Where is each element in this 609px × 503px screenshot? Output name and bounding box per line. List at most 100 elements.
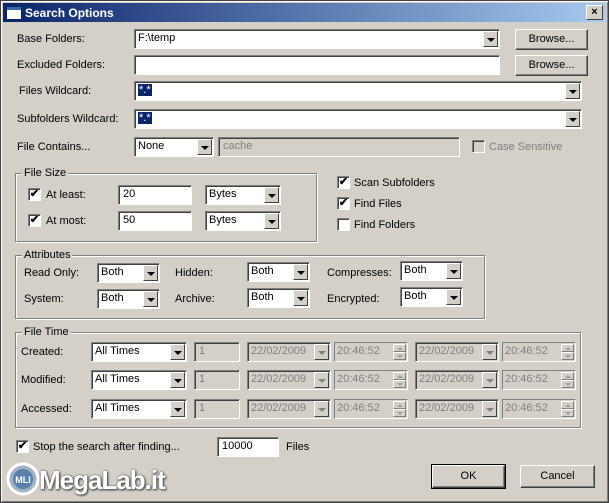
spin-up-icon[interactable]: [561, 372, 574, 380]
title-bar[interactable]: Search Options ×: [3, 3, 606, 22]
chevron-down-icon[interactable]: [170, 344, 185, 360]
base-folders-combo[interactable]: F:\temp: [134, 29, 500, 49]
accessed-time1-spinner[interactable]: 20:46:52: [334, 399, 408, 419]
modified-time2-spinner[interactable]: 20:46:52: [502, 370, 576, 390]
chevron-down-icon[interactable]: [565, 83, 580, 99]
chevron-down-icon[interactable]: [446, 289, 461, 305]
file-contains-text-input[interactable]: cache: [218, 137, 460, 157]
modified-mode-value: All Times: [95, 373, 140, 385]
chevron-down-icon[interactable]: [293, 264, 308, 280]
accessed-date1-picker[interactable]: 22/02/2009: [247, 399, 331, 419]
spin-up-icon[interactable]: [393, 344, 406, 352]
cancel-label: Cancel: [540, 470, 575, 482]
case-sensitive-checkbox[interactable]: [472, 140, 485, 153]
chevron-down-icon[interactable]: [314, 344, 329, 360]
browse-base-button[interactable]: Browse...: [515, 29, 588, 50]
created-time2-spinner[interactable]: 20:46:52: [502, 342, 576, 362]
chevron-down-icon[interactable]: [482, 401, 497, 417]
accessed-num-input[interactable]: 1: [194, 399, 240, 419]
stop-search-checkbox[interactable]: ✔: [16, 440, 29, 453]
chevron-down-icon[interactable]: [264, 187, 279, 203]
at-least-unit-combo[interactable]: Bytes: [205, 185, 281, 205]
created-mode-combo[interactable]: All Times: [91, 342, 187, 362]
chevron-down-icon[interactable]: [170, 372, 185, 388]
chevron-down-icon[interactable]: [482, 372, 497, 388]
system-label: System:: [24, 293, 64, 305]
chevron-down-icon[interactable]: [446, 263, 461, 279]
at-least-input[interactable]: 20: [118, 185, 192, 205]
hidden-label: Hidden:: [175, 267, 213, 279]
compresses-combo[interactable]: Both: [400, 261, 463, 281]
system-combo[interactable]: Both: [97, 289, 160, 309]
at-most-unit-combo[interactable]: Bytes: [205, 211, 281, 231]
modified-date2-picker[interactable]: 22/02/2009: [415, 370, 499, 390]
files-wildcard-combo[interactable]: *.*: [134, 81, 582, 101]
case-sensitive-label: Case Sensitive: [489, 141, 563, 153]
created-num-input[interactable]: 1: [194, 342, 240, 362]
spin-down-icon[interactable]: [393, 352, 406, 360]
at-most-checkbox[interactable]: ✔: [28, 214, 41, 227]
chevron-down-icon[interactable]: [293, 290, 308, 306]
check-icon: ✔: [29, 214, 40, 226]
window-title: Search Options: [25, 6, 114, 20]
close-button[interactable]: ×: [586, 5, 603, 20]
chevron-down-icon[interactable]: [143, 291, 158, 307]
chevron-down-icon[interactable]: [483, 31, 498, 47]
modified-date1-picker[interactable]: 22/02/2009: [247, 370, 331, 390]
stop-search-count-input[interactable]: 10000: [217, 437, 279, 457]
spin-up-icon[interactable]: [393, 372, 406, 380]
subfolders-wildcard-combo[interactable]: *.*: [134, 109, 582, 129]
chevron-down-icon[interactable]: [314, 372, 329, 388]
accessed-date1-value: 22/02/2009: [251, 402, 307, 414]
spin-down-icon[interactable]: [561, 352, 574, 360]
accessed-date2-picker[interactable]: 22/02/2009: [415, 399, 499, 419]
accessed-mode-combo[interactable]: All Times: [91, 399, 187, 419]
base-folders-label: Base Folders:: [17, 33, 85, 45]
archive-value: Both: [251, 291, 274, 303]
created-date1-picker[interactable]: 22/02/2009: [247, 342, 331, 362]
hidden-combo[interactable]: Both: [247, 262, 310, 282]
browse-excluded-label: Browse...: [528, 59, 575, 71]
ok-button[interactable]: OK: [431, 464, 506, 489]
chevron-down-icon[interactable]: [170, 401, 185, 417]
cancel-button[interactable]: Cancel: [520, 465, 595, 488]
close-icon: ×: [591, 6, 598, 18]
spin-down-icon[interactable]: [561, 409, 574, 417]
chevron-down-icon[interactable]: [197, 139, 212, 155]
spin-down-icon[interactable]: [393, 409, 406, 417]
find-files-checkbox[interactable]: ✔: [337, 197, 350, 210]
megalab-badge-text: MLI: [15, 475, 31, 485]
modified-time1-spinner[interactable]: 20:46:52: [334, 370, 408, 390]
created-mode-value: All Times: [95, 345, 140, 357]
spin-up-icon[interactable]: [393, 401, 406, 409]
read-only-value: Both: [101, 266, 124, 278]
scan-subfolders-checkbox[interactable]: ✔: [337, 176, 350, 189]
modified-date2-value: 22/02/2009: [419, 373, 475, 385]
chevron-down-icon[interactable]: [314, 401, 329, 417]
accessed-time2-spinner[interactable]: 20:46:52: [502, 399, 576, 419]
chevron-down-icon[interactable]: [565, 111, 580, 127]
at-most-input[interactable]: 50: [118, 211, 192, 231]
archive-combo[interactable]: Both: [247, 288, 310, 308]
spin-down-icon[interactable]: [393, 380, 406, 388]
spin-up-icon[interactable]: [561, 401, 574, 409]
browse-excluded-button[interactable]: Browse...: [515, 55, 588, 76]
chevron-down-icon[interactable]: [143, 265, 158, 281]
excluded-folders-input[interactable]: [134, 55, 500, 75]
modified-num-input[interactable]: 1: [194, 370, 240, 390]
find-files-label: Find Files: [354, 198, 402, 210]
created-date2-picker[interactable]: 22/02/2009: [415, 342, 499, 362]
accessed-mode-value: All Times: [95, 402, 140, 414]
spin-down-icon[interactable]: [561, 380, 574, 388]
find-folders-checkbox[interactable]: [337, 218, 350, 231]
encrypted-combo[interactable]: Both: [400, 287, 463, 307]
file-contains-mode-combo[interactable]: None: [134, 137, 214, 157]
created-time1-spinner[interactable]: 20:46:52: [334, 342, 408, 362]
at-least-checkbox[interactable]: ✔: [28, 188, 41, 201]
modified-time2-value: 20:46:52: [505, 373, 548, 385]
modified-mode-combo[interactable]: All Times: [91, 370, 187, 390]
spin-up-icon[interactable]: [561, 344, 574, 352]
read-only-combo[interactable]: Both: [97, 263, 160, 283]
chevron-down-icon[interactable]: [264, 213, 279, 229]
chevron-down-icon[interactable]: [482, 344, 497, 360]
